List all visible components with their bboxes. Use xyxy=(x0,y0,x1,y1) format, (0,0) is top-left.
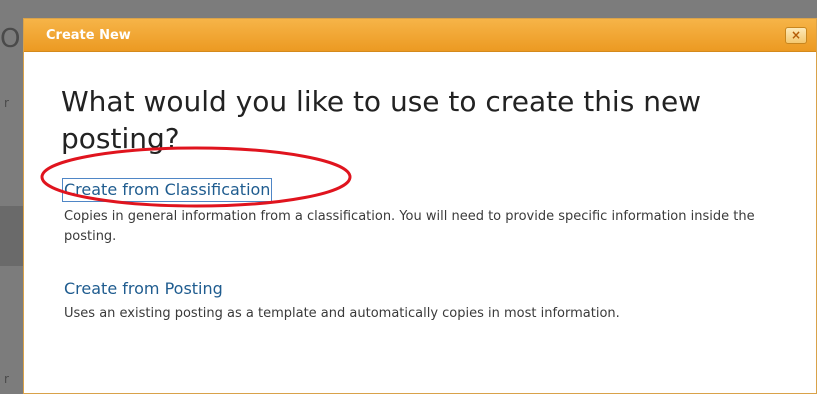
dialog-header: Create New × xyxy=(24,19,816,52)
dialog-title: Create New xyxy=(46,28,131,43)
create-from-posting-link[interactable]: Create from Posting xyxy=(64,279,223,299)
create-from-classification-link[interactable]: Create from Classification xyxy=(61,178,273,202)
create-new-dialog: Create New × What would you like to use … xyxy=(23,18,817,394)
background-page-fragment xyxy=(0,206,23,266)
create-from-posting-description: Uses an existing posting as a template a… xyxy=(64,306,620,321)
background-page-fragment: r xyxy=(4,96,9,110)
background-page-fragment: r xyxy=(4,372,9,386)
close-icon: × xyxy=(790,28,802,42)
create-from-classification-description: Copies in general information from a cla… xyxy=(64,209,755,244)
close-button[interactable]: × xyxy=(785,27,807,44)
background-page-fragment: O xyxy=(0,24,21,54)
dialog-heading: What would you like to use to create thi… xyxy=(61,85,702,155)
